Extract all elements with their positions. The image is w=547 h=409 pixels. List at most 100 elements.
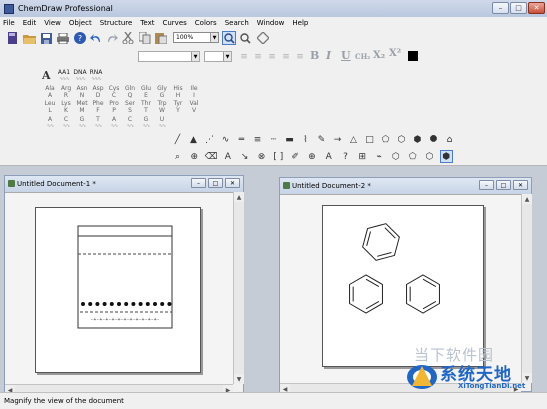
- redo-icon[interactable]: [105, 31, 119, 45]
- zoom-select[interactable]: 100% ▼: [173, 32, 219, 43]
- scroll-up-icon[interactable]: ▲: [522, 194, 532, 204]
- template-toolbar.amino_row2-6[interactable]: Thr T: [138, 100, 154, 114]
- benzene-ring-icon[interactable]: ⬢: [439, 150, 453, 163]
- bracket-icon[interactable]: [ ]: [272, 150, 285, 163]
- chain-icon[interactable]: ⌇: [299, 133, 312, 146]
- template-dna[interactable]: DNA ∿∿∿: [72, 69, 88, 83]
- align-right-icon[interactable]: ≡: [265, 50, 279, 64]
- wavy-bond-icon[interactable]: ∿: [219, 133, 232, 146]
- color-swatch[interactable]: [408, 51, 418, 61]
- hexagon-icon[interactable]: ⬡: [395, 133, 408, 146]
- template-text-icon[interactable]: A: [42, 69, 51, 82]
- document-2-titlebar[interactable]: Untitled Document-2 * – □ ✕: [280, 178, 531, 194]
- template-toolbar.amino_row1-7[interactable]: Gly G: [154, 85, 170, 99]
- bold-bond-icon[interactable]: ▬: [283, 133, 296, 146]
- benzene-ring[interactable]: [406, 274, 440, 314]
- template-toolbar.nucleotides-7[interactable]: U ∿∿: [154, 116, 170, 130]
- dashed-bond-icon[interactable]: ┄: [267, 133, 280, 146]
- superscript-button[interactable]: X²: [389, 48, 401, 59]
- orbital-icon[interactable]: ⊗: [255, 150, 268, 163]
- cyclopropane-icon[interactable]: △: [347, 133, 360, 146]
- minimize-button[interactable]: –: [492, 2, 509, 14]
- font-select[interactable]: ▼: [138, 51, 200, 62]
- template-toolbar.amino_row1-2[interactable]: Asn N: [74, 85, 90, 99]
- template-toolbar.amino_row2-1[interactable]: Lys K: [58, 100, 74, 114]
- template-toolbar.amino_row2-5[interactable]: Ser S: [122, 100, 138, 114]
- pen-tool-icon[interactable]: ✐: [289, 150, 302, 163]
- menu-edit[interactable]: Edit: [23, 19, 37, 27]
- maximize-button[interactable]: □: [510, 2, 527, 14]
- octagon-icon[interactable]: ⯃: [427, 133, 440, 146]
- template-toolbar.amino_row1-0[interactable]: Ala A: [42, 85, 58, 99]
- document-1-canvas[interactable]: -+-+-+-+-+-+-+-+-+-+-+-: [5, 192, 233, 384]
- bold-button[interactable]: B: [310, 49, 319, 62]
- menu-object[interactable]: Object: [69, 19, 92, 27]
- scroll-up-icon[interactable]: ▲: [234, 192, 244, 202]
- template-toolbar.amino_row1-4[interactable]: Cys C: [106, 85, 122, 99]
- lasso-icon[interactable]: ⌕: [171, 150, 184, 163]
- template-toolbar.amino_row1-6[interactable]: Glu E: [138, 85, 154, 99]
- wedge-bond-icon[interactable]: ▲: [187, 133, 200, 146]
- table-icon[interactable]: ⊞: [356, 150, 369, 163]
- formula-button[interactable]: CH₂: [355, 52, 370, 61]
- minimize-button[interactable]: –: [191, 178, 206, 188]
- template-toolbar.amino_row2-0[interactable]: Leu L: [42, 100, 58, 114]
- template-toolbar.amino_row1-1[interactable]: Arg R: [58, 85, 74, 99]
- justify-icon[interactable]: ≡: [279, 50, 293, 64]
- copy-icon[interactable]: [138, 31, 152, 45]
- print-icon[interactable]: [56, 31, 70, 45]
- menu-window[interactable]: Window: [257, 19, 285, 27]
- align-auto-icon[interactable]: ≡: [293, 50, 307, 64]
- new-document-icon[interactable]: [5, 31, 19, 45]
- house-icon[interactable]: ⌂: [443, 133, 456, 146]
- scroll-down-icon[interactable]: ▼: [234, 374, 244, 384]
- template-toolbar.amino_row2-8[interactable]: Tyr Y: [170, 100, 186, 114]
- benzene-icon[interactable]: ⬡: [389, 150, 402, 163]
- zoom-out-icon[interactable]: [238, 31, 252, 45]
- template-rna[interactable]: RNA ∿∿∿: [88, 69, 104, 83]
- template-toolbar.nucleotides-1[interactable]: C ∿∿: [58, 116, 74, 130]
- template-toolbar.nucleotides-0[interactable]: A ∿∿: [42, 116, 58, 130]
- menu-help[interactable]: Help: [292, 19, 308, 27]
- align-left-icon[interactable]: ≡: [237, 50, 251, 64]
- template-toolbar.amino_row2-7[interactable]: Trp W: [154, 100, 170, 114]
- maximize-button[interactable]: □: [208, 178, 223, 188]
- benzene-ring[interactable]: [349, 274, 383, 314]
- template-toolbar.nucleotides-3[interactable]: T ∿∿: [90, 116, 106, 130]
- menu-structure[interactable]: Structure: [100, 19, 133, 27]
- underline-button[interactable]: U: [341, 49, 351, 62]
- hash-bond-icon[interactable]: ⋰: [203, 133, 216, 146]
- cut-icon[interactable]: [121, 31, 135, 45]
- template-toolbar.nucleotides-2[interactable]: G ∿∿: [74, 116, 90, 130]
- template-toolbar.amino_row2-9[interactable]: Val V: [186, 100, 202, 114]
- template-toolbar.amino_row2-3[interactable]: Phe F: [90, 100, 106, 114]
- center-icon[interactable]: [256, 31, 270, 45]
- vertical-scrollbar[interactable]: ▲ ▼: [233, 192, 244, 384]
- element-icon[interactable]: A: [322, 150, 335, 163]
- cyclobutane-icon[interactable]: □: [363, 133, 376, 146]
- menu-curves[interactable]: Curves: [162, 19, 186, 27]
- bond-icon[interactable]: ╱: [171, 133, 184, 146]
- close-button[interactable]: ✕: [528, 2, 545, 14]
- heptagon-icon[interactable]: ⬢: [411, 133, 424, 146]
- subscript-button[interactable]: X₂: [373, 50, 385, 61]
- template-toolbar.amino_row1-3[interactable]: Asp D: [90, 85, 106, 99]
- paste-icon[interactable]: [154, 31, 168, 45]
- charge-icon[interactable]: ⊕: [305, 150, 318, 163]
- document-1-titlebar[interactable]: Untitled Document-1 * – □ ✕: [5, 176, 243, 192]
- query-icon[interactable]: ?: [339, 150, 352, 163]
- arrow-tool-icon[interactable]: ↘: [238, 150, 251, 163]
- cyclohexane-icon[interactable]: ⬡: [423, 150, 436, 163]
- menu-text[interactable]: Text: [140, 19, 154, 27]
- font-size-select[interactable]: ▼: [204, 51, 232, 62]
- menu-file[interactable]: File: [3, 19, 15, 27]
- open-folder-icon[interactable]: [22, 31, 36, 45]
- zoom-in-icon[interactable]: [222, 31, 236, 45]
- text-icon[interactable]: A: [221, 150, 234, 163]
- save-icon[interactable]: [39, 31, 53, 45]
- close-button[interactable]: ✕: [225, 178, 240, 188]
- menu-search[interactable]: Search: [225, 19, 249, 27]
- template-toolbar.amino_row2-4[interactable]: Pro P: [106, 100, 122, 114]
- pentagon-icon[interactable]: ⬠: [379, 133, 392, 146]
- align-center-icon[interactable]: ≡: [251, 50, 265, 64]
